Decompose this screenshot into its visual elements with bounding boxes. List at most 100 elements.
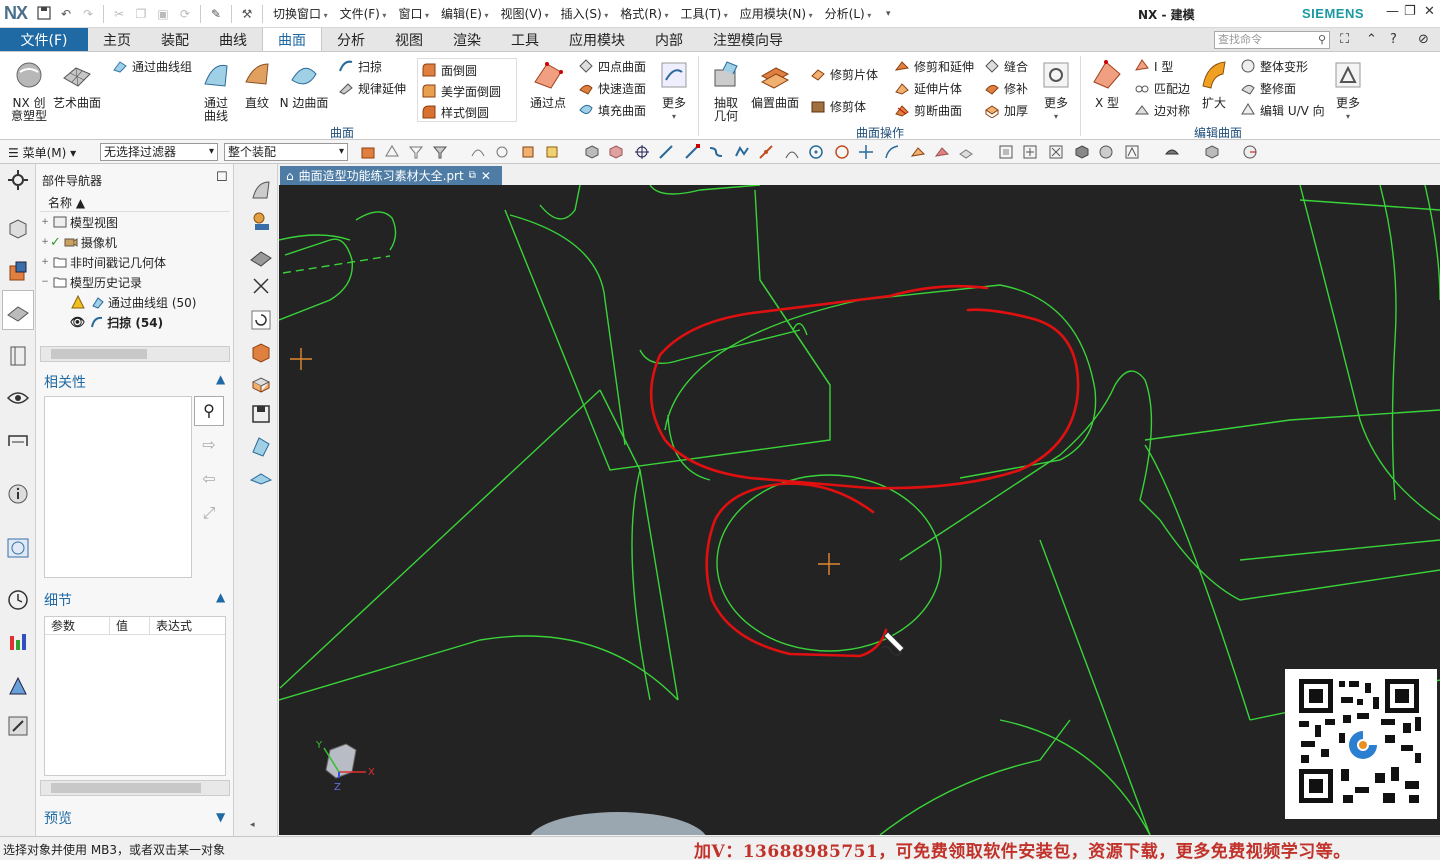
tree-header-name[interactable]: 名称 ▲: [40, 194, 230, 212]
trim-extend-button[interactable]: 修剪和延伸: [894, 56, 974, 76]
expand-toggle[interactable]: +: [40, 257, 50, 267]
shell-tool-icon[interactable]: [249, 244, 273, 268]
menu-edit[interactable]: 编辑(E): [435, 5, 495, 22]
visible-eye-icon[interactable]: 👁: [70, 315, 85, 329]
surface-tool-icon[interactable]: [249, 178, 273, 202]
nx-creative-button[interactable]: NX 创 意塑型: [8, 58, 50, 123]
through-curves-group-button[interactable]: 通过曲线组: [112, 56, 192, 76]
assembly-scope-select[interactable]: 整个装配: [224, 143, 348, 161]
tab-surface[interactable]: 曲面: [262, 28, 322, 51]
menu-insert[interactable]: 插入(S): [555, 5, 615, 22]
snap-on-face-icon[interactable]: [910, 144, 926, 160]
fill-surface-button[interactable]: 填充曲面: [578, 100, 646, 120]
customize-icon[interactable]: ⊘: [1418, 32, 1429, 47]
tab-application[interactable]: 应用模块: [554, 28, 640, 51]
part-navigator-tab[interactable]: [2, 290, 34, 330]
expand-toggle[interactable]: +: [40, 237, 50, 247]
visualization-eye-icon[interactable]: [6, 386, 30, 410]
snap-on-curve-icon[interactable]: [884, 144, 900, 160]
tab-file[interactable]: 文件(F): [0, 28, 88, 51]
through-curves-button[interactable]: 通过 曲线: [196, 58, 236, 123]
paste-icon[interactable]: ▣: [154, 5, 172, 23]
refresh-icon[interactable]: [249, 308, 273, 332]
web-browser-icon[interactable]: [6, 536, 30, 560]
tab-assembly[interactable]: 装配: [146, 28, 204, 51]
edit-surface-more-button[interactable]: 更多 ▾: [1330, 58, 1366, 123]
global-shaping-button[interactable]: 整体变形: [1240, 56, 1308, 76]
back-arrow-icon[interactable]: ⇦: [194, 466, 224, 494]
view-pan-icon[interactable]: [1048, 144, 1064, 160]
aesthetic-blend-button[interactable]: 美学面倒圆: [421, 81, 501, 101]
snap-intersection-icon[interactable]: [858, 144, 874, 160]
save-view-icon[interactable]: [249, 402, 273, 426]
snap-pole-icon[interactable]: [934, 144, 950, 160]
trim-body-button[interactable]: 修剪体: [810, 96, 866, 116]
tree-item-sweep[interactable]: 👁 扫掠 (54): [40, 312, 230, 332]
menu-file[interactable]: 文件(F): [334, 5, 393, 22]
select-body-icon[interactable]: [360, 144, 376, 160]
divide-face-button[interactable]: 剪断曲面: [894, 100, 962, 120]
tab-internal[interactable]: 内部: [640, 28, 698, 51]
view-style-icon[interactable]: [1164, 144, 1180, 160]
reuse-library-icon[interactable]: [6, 344, 30, 368]
tree-item-through-curves-group[interactable]: 通过曲线组 (50): [40, 292, 230, 312]
thicken-button[interactable]: 加厚: [984, 100, 1028, 120]
ruled-button[interactable]: 直纹: [240, 58, 274, 110]
forward-arrow-icon[interactable]: ⇨: [194, 432, 224, 460]
delete-x-icon[interactable]: [249, 274, 273, 298]
cut-icon[interactable]: ✂: [110, 5, 128, 23]
col-value[interactable]: 值: [109, 617, 149, 634]
search-command-input[interactable]: 查找命令 ⚲: [1214, 31, 1330, 49]
snap-endpoint-icon[interactable]: [684, 144, 700, 160]
offset-face-icon[interactable]: [249, 466, 273, 490]
surface-more-button[interactable]: 更多 ▾: [656, 58, 692, 123]
face-blend-button[interactable]: 面倒圆: [421, 60, 477, 80]
strip-scroll-left-icon[interactable]: ◂: [250, 820, 255, 830]
extract-geometry-button[interactable]: 抽取 几何: [704, 58, 748, 123]
tree-item-non-timestamp[interactable]: + 非时间戳记几何体: [40, 252, 230, 272]
view-zoom-icon[interactable]: [1022, 144, 1038, 160]
select-component-icon[interactable]: [520, 144, 536, 160]
select-sheet-icon[interactable]: [608, 144, 624, 160]
hd3d-tools-icon[interactable]: [6, 428, 30, 452]
menu-view[interactable]: 视图(V): [495, 5, 555, 22]
shaded-display-icon[interactable]: [1074, 144, 1090, 160]
refit-face-button[interactable]: 整修面: [1240, 78, 1296, 98]
process-studio-icon[interactable]: [6, 630, 30, 654]
col-parameter[interactable]: 参数: [45, 617, 109, 634]
sweep-button[interactable]: 扫掠: [338, 56, 382, 76]
zoom-icon[interactable]: ⚲: [194, 396, 224, 426]
minimize-icon[interactable]: —: [1386, 4, 1399, 19]
touch-mode-icon[interactable]: ✎: [207, 5, 225, 23]
preview-section-header[interactable]: 预览: [44, 808, 72, 828]
patch-button[interactable]: 修补: [984, 78, 1028, 98]
menu-window[interactable]: 窗口: [392, 5, 435, 22]
snap-center-icon[interactable]: [808, 144, 824, 160]
redo-icon[interactable]: ↷: [79, 5, 97, 23]
edit-uv-button[interactable]: 编辑 U/V 向: [1240, 100, 1325, 120]
help-icon[interactable]: ?: [1390, 32, 1397, 47]
x-form-button[interactable]: X 型: [1088, 58, 1126, 110]
document-tab[interactable]: ⌂ 曲面造型功能练习素材大全.prt ⧉ ✕: [280, 166, 502, 185]
wcs-icon[interactable]: [1242, 144, 1258, 160]
styled-blend-button[interactable]: 样式倒圆: [421, 102, 489, 122]
snap-bounded-icon[interactable]: [958, 144, 974, 160]
select-curve-icon[interactable]: [470, 144, 486, 160]
details-horizontal-scrollbar[interactable]: [40, 780, 230, 796]
maximize-panel-icon[interactable]: ☐: [216, 170, 228, 185]
quick-surface-button[interactable]: 快速造面: [578, 78, 646, 98]
layer-icon[interactable]: [1204, 144, 1220, 160]
snap-tangent-icon[interactable]: [784, 144, 800, 160]
tab-view[interactable]: 视图: [380, 28, 438, 51]
match-edge-button[interactable]: 匹配边: [1134, 78, 1190, 98]
col-expression[interactable]: 表达式: [149, 617, 225, 634]
block-tool-icon[interactable]: [249, 372, 273, 396]
render-style-icon[interactable]: [1098, 144, 1114, 160]
save-icon[interactable]: [35, 5, 53, 23]
tab-analysis[interactable]: 分析: [322, 28, 380, 51]
command-finder-icon[interactable]: ⚒: [238, 5, 256, 23]
n-side-surface-button[interactable]: N 边曲面: [278, 58, 330, 110]
filter-icon[interactable]: [432, 144, 448, 160]
trim-sheet-button[interactable]: 修剪片体: [810, 64, 878, 84]
through-points-button[interactable]: 通过点: [526, 58, 570, 110]
